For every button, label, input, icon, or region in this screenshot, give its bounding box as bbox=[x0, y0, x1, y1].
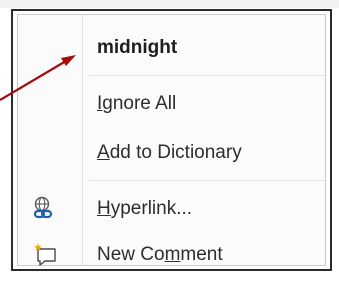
spelling-suggestion-label: midnight bbox=[97, 37, 178, 58]
hyperlink-menu-item[interactable]: Hyperlink... bbox=[18, 186, 325, 232]
hyperlink-label: Hyperlink... bbox=[97, 198, 193, 219]
screenshot-canvas: midnight Ignore All Add to Dictionary Hy… bbox=[0, 0, 339, 281]
ignore-all-label: Ignore All bbox=[97, 93, 177, 114]
context-menu: midnight Ignore All Add to Dictionary Hy… bbox=[11, 9, 332, 271]
add-to-dictionary-menu-item[interactable]: Add to Dictionary bbox=[18, 130, 325, 176]
spelling-suggestion-item[interactable]: midnight bbox=[18, 25, 325, 71]
context-menu-body: midnight Ignore All Add to Dictionary Hy… bbox=[17, 14, 326, 266]
new-comment-label: New Comment bbox=[97, 244, 223, 265]
add-to-dictionary-label: Add to Dictionary bbox=[97, 142, 242, 163]
ignore-all-menu-item[interactable]: Ignore All bbox=[18, 81, 325, 127]
menu-separator bbox=[89, 75, 325, 76]
new-comment-menu-item[interactable]: New Comment bbox=[18, 232, 325, 278]
hyperlink-icon bbox=[32, 196, 58, 222]
new-comment-icon bbox=[32, 242, 58, 268]
background-strip bbox=[0, 0, 339, 8]
menu-separator bbox=[89, 180, 325, 181]
